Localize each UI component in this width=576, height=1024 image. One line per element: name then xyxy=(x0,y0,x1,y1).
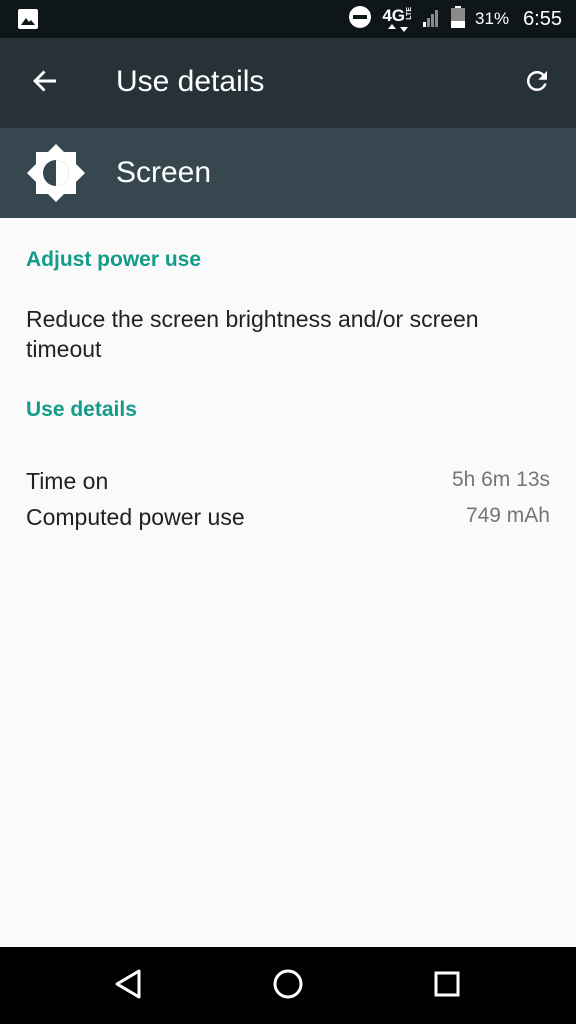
do-not-disturb-icon xyxy=(348,5,372,34)
back-triangle-icon xyxy=(113,968,143,1005)
signal-icon xyxy=(423,7,441,32)
recents-nav-button[interactable] xyxy=(424,963,470,1009)
refresh-button[interactable] xyxy=(514,60,560,106)
app-bar: Use details xyxy=(0,38,576,128)
recents-square-icon xyxy=(433,970,461,1003)
refresh-icon xyxy=(522,66,552,101)
arrow-back-icon xyxy=(31,67,59,100)
status-bar: 4G LTE 31% 6:55 xyxy=(0,0,576,38)
detail-value: 5h 6m 13s xyxy=(451,468,550,491)
network-sub: LTE xyxy=(406,6,414,20)
back-button[interactable] xyxy=(22,60,68,106)
use-details-heading: Use details xyxy=(26,398,137,421)
network-type: 4G xyxy=(382,5,406,25)
clock: 6:55 xyxy=(523,7,562,30)
adjust-power-use-text[interactable]: Reduce the screen brightness and/or scre… xyxy=(26,304,546,364)
item-title: Screen xyxy=(116,156,212,189)
home-nav-button[interactable] xyxy=(265,963,311,1009)
lte-icon: 4G LTE xyxy=(382,7,413,32)
page-title: Use details xyxy=(116,65,265,98)
adjust-power-use-heading: Adjust power use xyxy=(26,248,202,271)
detail-row-time-on: Time on 5h 6m 13s xyxy=(26,468,550,495)
detail-value: 749 mAh xyxy=(465,504,550,527)
detail-label: Time on xyxy=(26,468,109,494)
home-circle-icon xyxy=(272,968,304,1005)
navigation-bar xyxy=(0,947,576,1024)
battery-percent: 31% xyxy=(475,9,510,28)
detail-label: Computed power use xyxy=(26,504,245,530)
brightness-icon xyxy=(25,142,87,204)
detail-row-computed-power: Computed power use 749 mAh xyxy=(26,504,550,531)
status-icons: 4G LTE 31% 6:55 xyxy=(348,0,562,38)
back-nav-button[interactable] xyxy=(105,963,151,1009)
gallery-icon xyxy=(17,8,39,30)
battery-icon xyxy=(451,5,466,33)
item-header: Screen xyxy=(0,128,576,218)
